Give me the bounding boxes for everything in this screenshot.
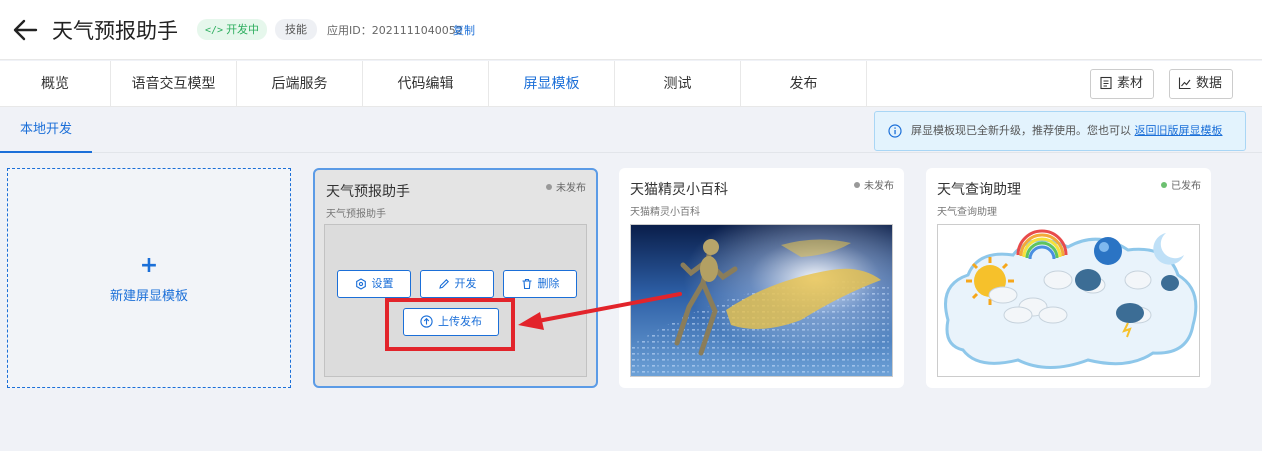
template-card-tmall-encyclopedia[interactable]: 天猫精灵小百科 天猫精灵小百科 未发布 [619,168,904,388]
card-title: 天猫精灵小百科 [630,182,728,198]
card-title: 天气预报助手 [326,184,410,200]
pencil-icon [438,279,449,289]
tab-backend-service[interactable]: 后端服务 [237,61,363,107]
template-thumbnail-runner [630,224,893,377]
status-badge: 未发布 [854,177,894,192]
settings-icon [355,278,366,290]
info-icon [888,124,902,138]
chart-icon [1178,77,1191,90]
app-header: 天气预报助手 </> 开发中 技能 应用ID：2021111040052 复制 [0,0,1262,60]
tab-publish[interactable]: 发布 [741,61,867,107]
status-badge: 未发布 [546,179,586,194]
tab-test[interactable]: 测试 [615,61,741,107]
tab-code-editor[interactable]: 代码编辑 [363,61,489,107]
upload-highlight-box [385,298,515,351]
card-subtitle: 天气查询助理 [937,207,997,218]
card-title: 天气查询助理 [937,182,1021,198]
trash-icon [522,278,531,290]
status-dot [854,182,860,188]
tab-overview[interactable]: 概览 [0,61,111,107]
develop-button[interactable]: 开发 [420,270,494,298]
new-template-card[interactable]: + 新建屏显模板 [7,168,291,388]
new-template-label: 新建屏显模板 [109,289,188,304]
template-card-weather-query[interactable]: 天气查询助理 天气查询助理 已发布 [926,168,1211,388]
status-badge: 已发布 [1161,177,1201,192]
template-card-weather-assistant[interactable]: 天气预报助手 天气预报助手 未发布 设置 开发 删除 上传发布 [313,168,598,388]
skill-badge: 技能 [275,19,317,40]
status-dot [1161,182,1167,188]
copy-link[interactable]: 复制 [453,22,475,38]
app-title: 天气预报助手 [52,19,178,43]
tab-voice-model[interactable]: 语音交互模型 [111,61,237,107]
app-id: 应用ID：2021111040052 [327,24,463,37]
runner-data-image [631,225,892,376]
back-arrow-icon[interactable] [12,18,38,42]
sub-navigation: 本地开发 屏显模板现已全新升级，推荐使用。您也可以 返回旧版屏显模板 [0,108,1262,153]
notice-text: 屏显模板现已全新升级，推荐使用。您也可以 [911,124,1131,137]
materials-icon [1100,76,1112,90]
template-thumbnail-weather [937,224,1200,377]
old-template-link[interactable]: 返回旧版屏显模板 [1135,124,1223,137]
main-tab-bar: 概览 语音交互模型 后端服务 代码编辑 屏显模板 测试 发布 素材 数据 [0,61,1262,107]
dev-status-badge: </> 开发中 [197,19,268,40]
weather-icons-image [938,225,1199,376]
settings-button[interactable]: 设置 [337,270,411,298]
tab-display-template[interactable]: 屏显模板 [489,61,615,107]
status-dot [546,184,552,190]
tab-local-dev[interactable]: 本地开发 [0,108,92,153]
delete-button[interactable]: 删除 [503,270,577,298]
materials-button[interactable]: 素材 [1090,69,1155,99]
upgrade-notice: 屏显模板现已全新升级，推荐使用。您也可以 返回旧版屏显模板 [874,111,1246,151]
card-subtitle: 天气预报助手 [326,209,386,220]
plus-icon: + [139,253,159,278]
data-button[interactable]: 数据 [1169,69,1234,99]
code-icon: </> [205,25,224,36]
card-subtitle: 天猫精灵小百科 [630,207,700,218]
